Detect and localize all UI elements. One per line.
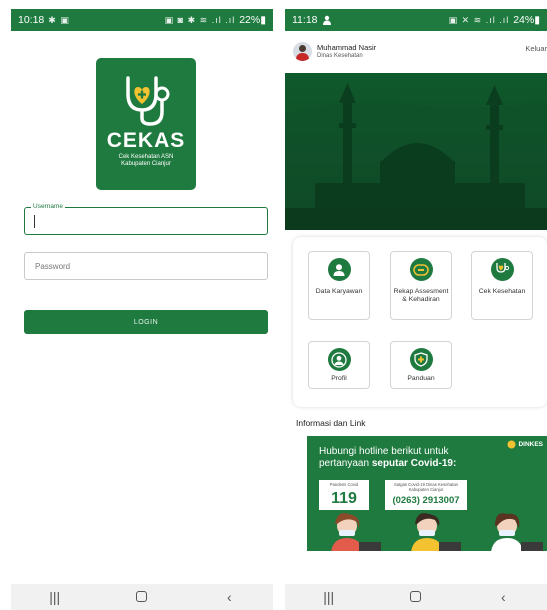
mosque-banner-image xyxy=(285,73,547,230)
menu-rekap-assesment[interactable]: Rekap Assesment & Kehadiran xyxy=(390,251,452,320)
brand-name: DINKES xyxy=(518,441,543,448)
menu-cek-kesehatan[interactable]: Cek Kesehatan xyxy=(471,251,533,320)
back-button[interactable]: ‹ xyxy=(483,589,523,605)
user-role: Dinas Kesehatan xyxy=(317,53,363,59)
avatar-body xyxy=(296,53,309,61)
logo-subtitle-line2: Kabupaten Cianjur xyxy=(121,161,171,167)
profile-icon xyxy=(331,351,347,368)
recents-button[interactable]: ||| xyxy=(35,589,75,605)
person-icon-circle xyxy=(327,258,351,281)
menu-panduan[interactable]: Panduan xyxy=(390,341,452,389)
hotline-caption: Pandemi Covid xyxy=(329,482,359,487)
menu-profil[interactable]: Profil xyxy=(308,341,370,389)
report-icon xyxy=(413,263,429,276)
shield-icon-circle xyxy=(409,348,433,371)
hotline-box-119: Pandemi Covid 119 xyxy=(319,480,369,510)
person-icon xyxy=(333,263,345,276)
hotline-caption: Satgas Covid-19 Dinas Kesehatan Kabupate… xyxy=(393,482,458,492)
logo-subtitle-line1: Cek Kesehatan ASN xyxy=(118,154,174,160)
hotline-box-local: Satgas Covid-19 Dinas Kesehatan Kabupate… xyxy=(385,480,467,510)
report-icon-circle xyxy=(409,258,433,281)
system-nav-bar: ||| ‹ xyxy=(11,584,273,610)
dinkes-brand: DINKES xyxy=(507,440,543,449)
home-screen: 11:18 ▣ ✕ ≋ .ıl .ıl 24%▮ Muhammad Nasir … xyxy=(285,9,547,610)
logo-subtitle: Cek Kesehatan ASN Kabupaten Cianjur xyxy=(119,154,174,168)
login-screen: 10:18 ✱ ▣ ▣ ◙ ✱ ≋ .ıl .ıl 22%▮ CEKAS Cek… xyxy=(11,9,273,610)
system-icons: ▣ ◙ ✱ ≋ .ıl .ıl xyxy=(164,14,236,25)
app-logo: CEKAS Cek Kesehatan ASN Kabupaten Cianju… xyxy=(96,58,196,190)
username-label: Username xyxy=(31,203,65,210)
text-cursor xyxy=(34,215,36,228)
battery-indicator: 24%▮ xyxy=(513,14,540,26)
menu-label: Rekap Assesment & Kehadiran xyxy=(393,288,449,303)
recents-button[interactable]: ||| xyxy=(309,589,349,605)
stethoscope-heart-icon xyxy=(496,262,510,273)
back-button[interactable]: ‹ xyxy=(209,589,249,605)
mosque-silhouette xyxy=(285,83,547,230)
notification-person-icon xyxy=(322,15,331,25)
status-bar: 10:18 ✱ ▣ ▣ ◙ ✱ ≋ .ıl .ıl 22%▮ xyxy=(11,9,273,31)
promo-line1: Hubungi hotline berikut untuk xyxy=(319,446,449,457)
status-bar: 11:18 ▣ ✕ ≋ .ıl .ıl 24%▮ xyxy=(285,9,547,31)
avatar-head xyxy=(299,45,306,52)
logout-link[interactable]: Keluar xyxy=(525,44,547,53)
promo-line2: pertanyaan seputar Covid-19: xyxy=(319,458,456,469)
menu-label: Profil xyxy=(331,375,347,382)
password-placeholder: Password xyxy=(35,262,71,271)
info-section-title: Informasi dan Link xyxy=(296,418,366,428)
hotline-number: (0263) 2913007 xyxy=(392,495,460,506)
logo-title: CEKAS xyxy=(106,129,186,152)
profile-icon-circle xyxy=(327,348,351,371)
menu-label: Panduan xyxy=(407,375,435,382)
user-header: Muhammad Nasir Dinas Kesehatan Keluar xyxy=(285,31,547,73)
promo-line2-prefix: pertanyaan xyxy=(319,458,370,469)
avatar[interactable] xyxy=(293,42,312,61)
home-icon xyxy=(136,591,148,602)
menu-card: Data Karyawan Rekap Assesment & Kehadira… xyxy=(293,237,547,407)
shield-plus-icon xyxy=(414,352,428,367)
password-field[interactable]: Password xyxy=(24,252,268,280)
call-center-illustration xyxy=(331,513,543,551)
menu-label: Cek Kesehatan xyxy=(478,288,526,295)
system-icons: ▣ ✕ ≋ .ıl .ıl xyxy=(448,14,510,25)
battery-indicator: 22%▮ xyxy=(239,14,266,26)
promo-line2-bold: seputar Covid-19: xyxy=(371,458,457,469)
covid-hotline-banner[interactable]: Hubungi hotline berikut untuk pertanyaan… xyxy=(307,436,547,551)
status-time: 11:18 xyxy=(292,14,318,26)
system-nav-bar: ||| ‹ xyxy=(285,584,547,610)
status-time: 10:18 xyxy=(18,14,45,26)
stethoscope-heart-icon xyxy=(126,76,170,126)
stethoscope-icon-circle xyxy=(490,258,514,281)
home-icon xyxy=(410,591,422,602)
menu-label: Data Karyawan xyxy=(315,288,363,295)
login-button[interactable]: LOGIN xyxy=(24,310,268,334)
home-button[interactable] xyxy=(122,589,162,605)
username-field[interactable]: Username xyxy=(24,203,268,235)
notification-icons: ✱ ▣ xyxy=(48,14,70,25)
screenshot-canvas: 10:18 ✱ ▣ ▣ ◙ ✱ ≋ .ıl .ıl 22%▮ CEKAS Cek… xyxy=(0,0,547,610)
dinkes-emblem-icon xyxy=(507,440,516,449)
menu-data-karyawan[interactable]: Data Karyawan xyxy=(308,251,370,320)
home-button[interactable] xyxy=(396,589,436,605)
hotline-number: 119 xyxy=(331,490,357,507)
user-name: Muhammad Nasir xyxy=(317,43,377,52)
